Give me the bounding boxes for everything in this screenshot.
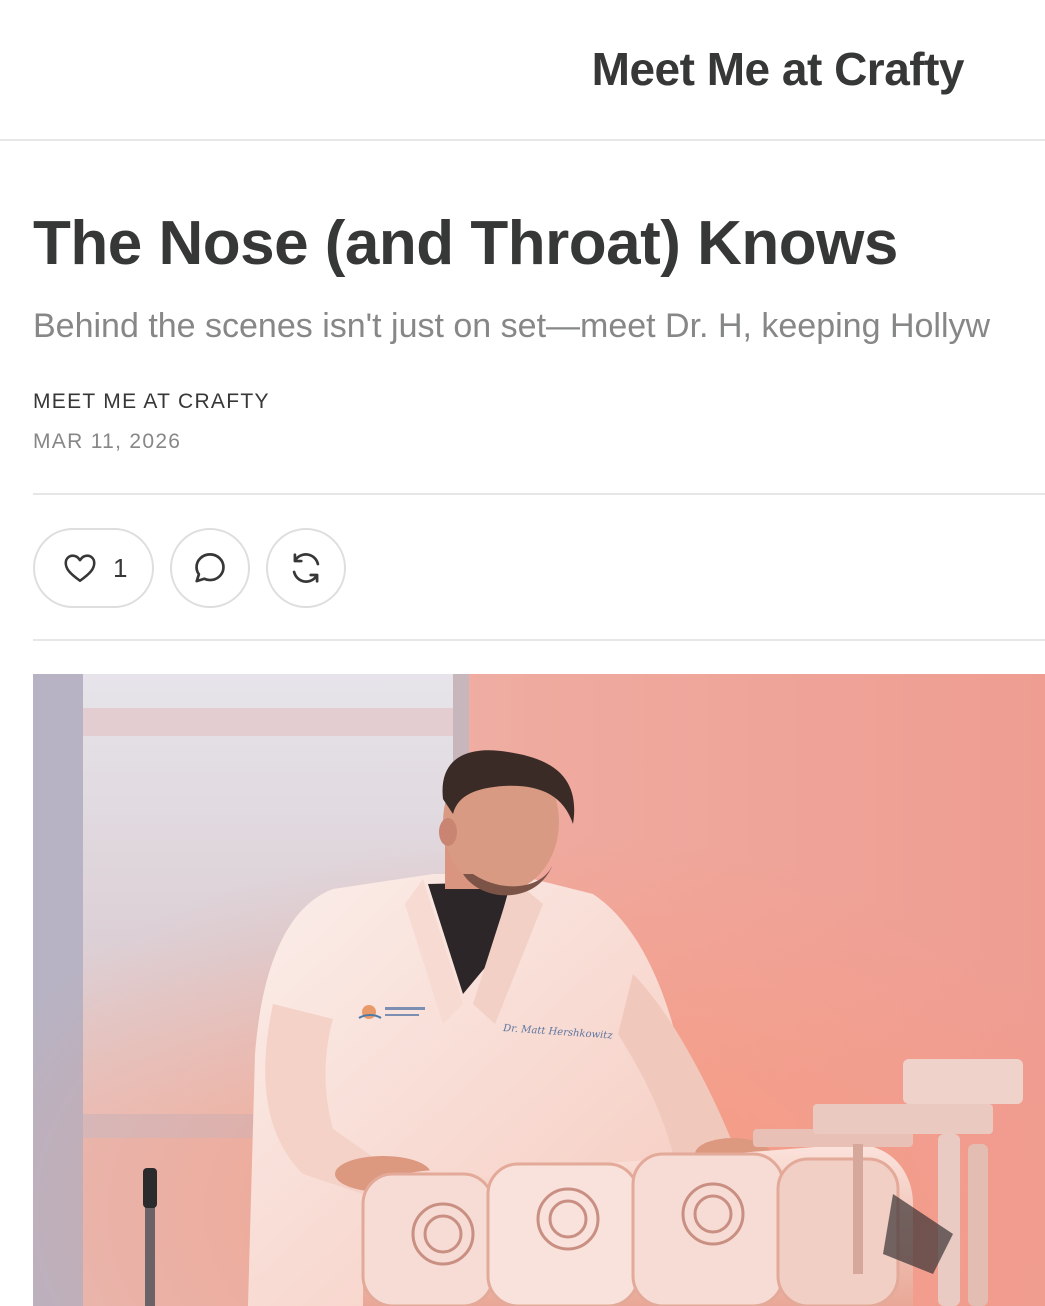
heart-icon (61, 550, 99, 586)
restack-button[interactable] (266, 528, 346, 608)
post-subtitle: Behind the scenes isn't just on set—meet… (33, 307, 991, 345)
author-byline[interactable]: MEET ME AT CRAFTY (33, 390, 270, 414)
top-bar: Meet Me at Crafty (0, 0, 1045, 141)
divider-bottom (33, 639, 1045, 641)
post-date: MAR 11, 2026 (33, 430, 182, 453)
post-title: The Nose (and Throat) Knows (33, 209, 898, 278)
restack-icon (287, 549, 325, 587)
publication-name[interactable]: Meet Me at Crafty (592, 42, 965, 96)
comment-button[interactable] (170, 528, 250, 608)
like-button[interactable]: 1 (33, 528, 154, 608)
divider-top (33, 493, 1045, 495)
comment-icon (191, 549, 229, 587)
like-count: 1 (113, 552, 128, 583)
hero-image[interactable]: Dr. Matt Hershkowitz (33, 674, 1045, 1306)
